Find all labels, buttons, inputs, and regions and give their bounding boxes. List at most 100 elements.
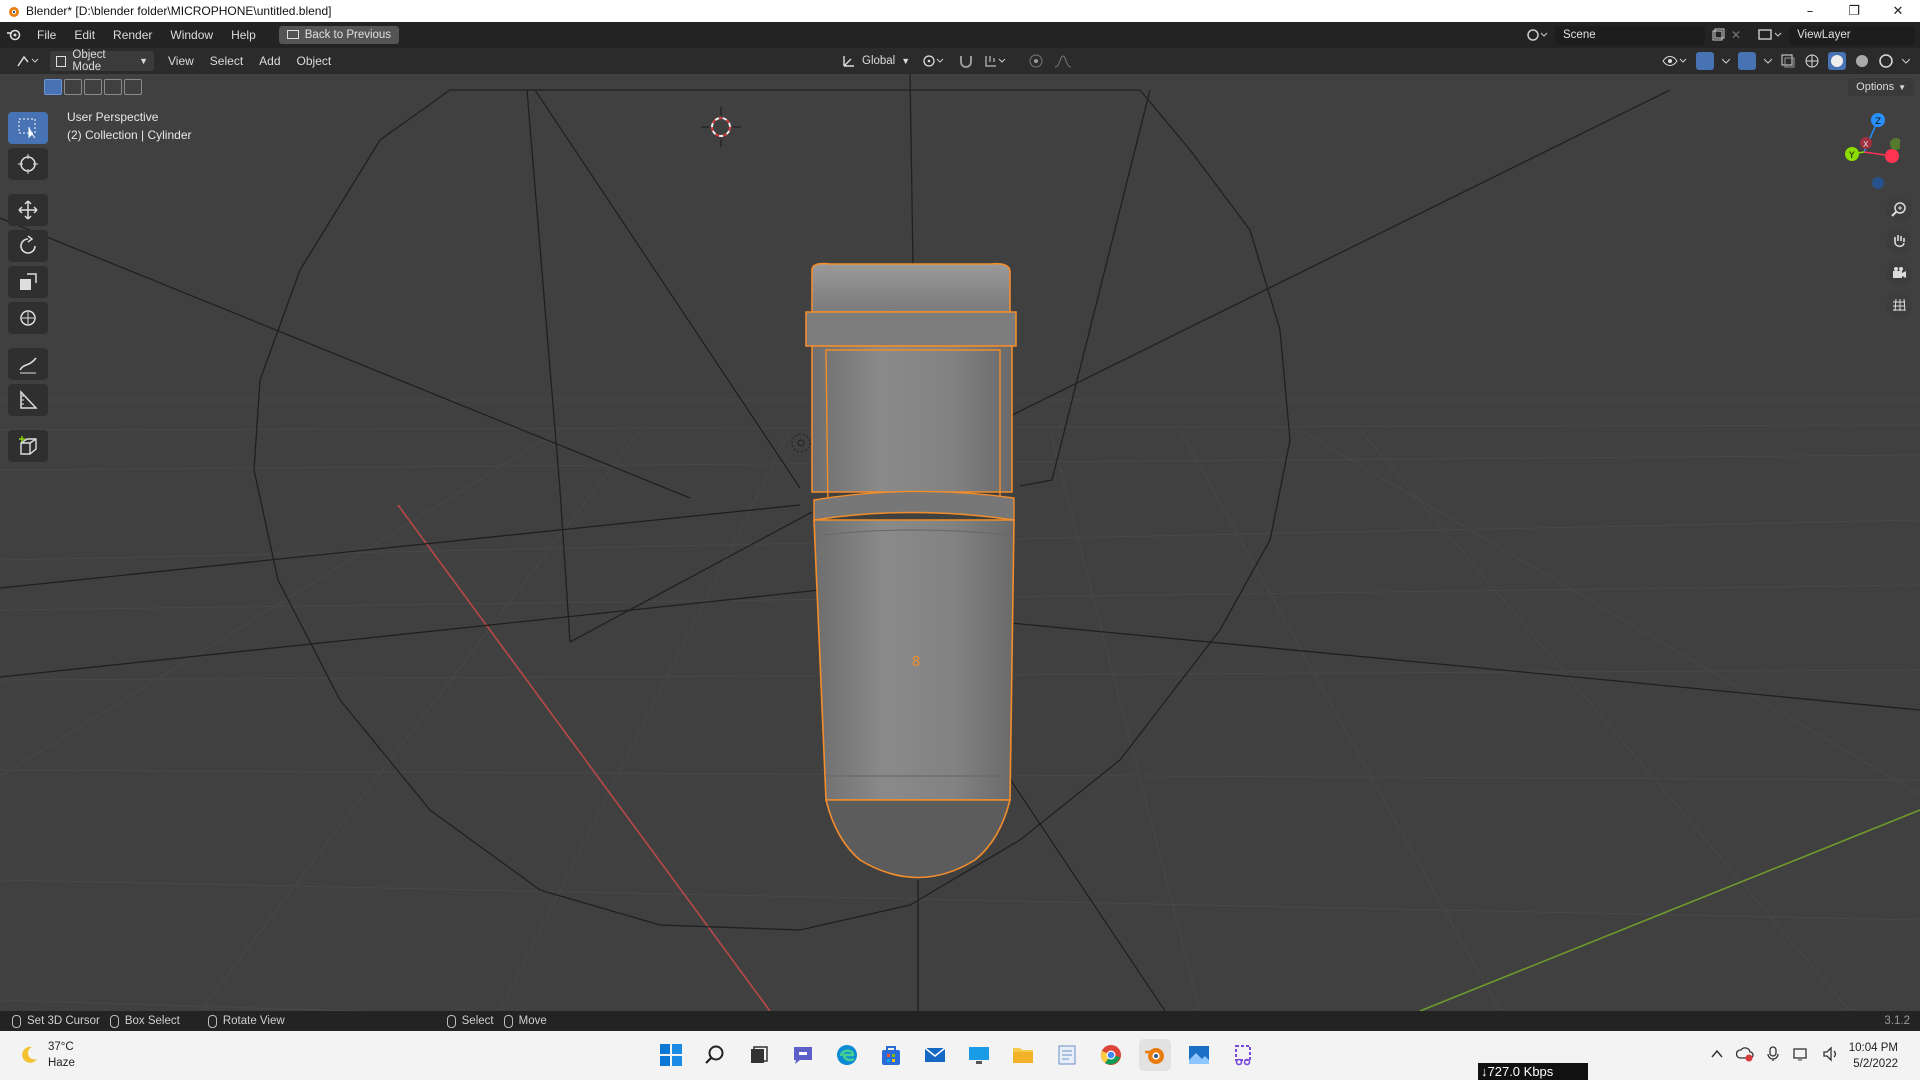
- menu-window[interactable]: Window: [161, 28, 222, 42]
- material-shading-icon[interactable]: [1854, 53, 1870, 69]
- status-move: Move: [503, 1014, 547, 1028]
- scene-icon[interactable]: [1525, 27, 1549, 43]
- moon-haze-icon: [22, 1046, 37, 1063]
- scale-tool[interactable]: [8, 266, 48, 298]
- close-icon[interactable]: ✕: [1876, 0, 1920, 22]
- chrome-button[interactable]: [1095, 1039, 1127, 1071]
- window-controls: – ❐ ✕: [1788, 0, 1920, 22]
- select-new-icon[interactable]: [44, 79, 62, 95]
- overlays-dropdown-icon[interactable]: [1764, 57, 1772, 65]
- snap-magnet-icon[interactable]: [958, 53, 974, 69]
- editor-type-button[interactable]: [10, 51, 46, 71]
- network-icon[interactable]: [1792, 1046, 1810, 1062]
- mouse-drag-right-icon: [503, 1014, 513, 1028]
- select-extend-icon[interactable]: [64, 79, 82, 95]
- menu-object[interactable]: Object: [289, 54, 340, 68]
- back-to-previous-button[interactable]: Back to Previous: [278, 26, 400, 44]
- task-view-button[interactable]: [743, 1039, 775, 1071]
- microphone-mesh[interactable]: [805, 262, 1017, 879]
- store-button[interactable]: [875, 1039, 907, 1071]
- shading-dropdown-icon[interactable]: [1902, 57, 1910, 65]
- minimize-icon[interactable]: –: [1788, 0, 1832, 22]
- light-object-icon[interactable]: [791, 433, 811, 453]
- object-mode-dropdown[interactable]: Object Mode ▼: [50, 49, 154, 73]
- xray-toggle-icon[interactable]: [1780, 53, 1796, 69]
- weather-widget[interactable]: 37°C Haze: [18, 1039, 75, 1071]
- status-set-cursor: Set 3D Cursor: [12, 1014, 100, 1028]
- select-box-tool[interactable]: [8, 112, 48, 144]
- snipping-tool-button[interactable]: [1227, 1039, 1259, 1071]
- taskbar-clock[interactable]: 10:04 PM 5/2/2022: [1849, 1040, 1898, 1072]
- navigation-gizmo[interactable]: Z X Y: [1830, 110, 1900, 190]
- measure-ruler-icon: [20, 390, 38, 409]
- viewport-scene[interactable]: 8: [0, 74, 1920, 1011]
- options-dropdown[interactable]: Options ▼: [1848, 78, 1914, 96]
- select-invert-icon[interactable]: [104, 79, 122, 95]
- back-to-previous-label: Back to Previous: [304, 29, 392, 41]
- volume-icon[interactable]: [1822, 1046, 1840, 1062]
- 3d-viewport[interactable]: 8 Options ▼: [0, 74, 1920, 1011]
- teams-chat-button[interactable]: [787, 1039, 819, 1071]
- restore-icon[interactable]: ❐: [1832, 0, 1876, 22]
- start-button[interactable]: [655, 1039, 687, 1071]
- cloud-sync-icon[interactable]: [1736, 1046, 1754, 1062]
- menu-edit[interactable]: Edit: [65, 28, 104, 42]
- search-button[interactable]: [699, 1039, 731, 1071]
- cursor-tool[interactable]: [8, 148, 48, 180]
- photos-icon: [1189, 1046, 1209, 1064]
- wireframe-shading-icon[interactable]: [1804, 53, 1820, 69]
- ortho-toggle-button[interactable]: [1886, 292, 1912, 318]
- gizmo-neg-y-axis[interactable]: [1890, 138, 1900, 150]
- solid-shading-icon[interactable]: [1828, 52, 1846, 70]
- menu-help[interactable]: Help: [222, 28, 265, 42]
- menu-render[interactable]: Render: [104, 28, 161, 42]
- move-tool[interactable]: [8, 194, 48, 226]
- menu-select[interactable]: Select: [202, 54, 251, 68]
- delete-scene-icon[interactable]: ✕: [1731, 28, 1741, 42]
- photos-button[interactable]: [1183, 1039, 1215, 1071]
- menu-add[interactable]: Add: [251, 54, 288, 68]
- viewlayer-icon[interactable]: [1757, 27, 1783, 43]
- visibility-eye-icon[interactable]: [1662, 54, 1688, 68]
- gizmo-neg-z-axis[interactable]: [1872, 177, 1884, 189]
- select-intersect-icon[interactable]: [124, 79, 142, 95]
- copy-scene-icon[interactable]: [1711, 28, 1725, 42]
- falloff-icon[interactable]: [1054, 54, 1072, 68]
- gizmo-dropdown-icon[interactable]: [1722, 57, 1730, 65]
- pan-button[interactable]: [1886, 228, 1912, 254]
- notepad-button[interactable]: [1051, 1039, 1083, 1071]
- viewlayer-name-field[interactable]: ViewLayer: [1789, 25, 1916, 45]
- microphone-icon[interactable]: [1766, 1046, 1780, 1062]
- measure-tool[interactable]: [8, 384, 48, 416]
- scene-name-field[interactable]: Scene: [1555, 25, 1705, 45]
- menu-file[interactable]: File: [28, 28, 65, 42]
- 3d-cursor-icon[interactable]: [701, 107, 741, 147]
- annotate-tool[interactable]: [8, 348, 48, 380]
- proportional-editing-icon[interactable]: [1028, 53, 1044, 69]
- transform-orientation-dropdown[interactable]: Global ▼: [836, 51, 916, 71]
- snap-increment-icon[interactable]: [984, 54, 1010, 68]
- edge-button[interactable]: [831, 1039, 863, 1071]
- gizmo-toggle-icon[interactable]: [1696, 52, 1714, 70]
- status-move-label: Move: [518, 1015, 547, 1027]
- store-bag-icon: [882, 1046, 900, 1065]
- blender-taskbar-button[interactable]: [1139, 1039, 1171, 1071]
- file-explorer-button[interactable]: [1007, 1039, 1039, 1071]
- mail-button[interactable]: [919, 1039, 951, 1071]
- window-title: Blender* [D:\blender folder\MICROPHONE\u…: [26, 4, 332, 18]
- pivot-point-icon[interactable]: [922, 54, 948, 68]
- desktop-button[interactable]: [963, 1039, 995, 1071]
- zoom-button[interactable]: [1886, 196, 1912, 222]
- add-cube-tool[interactable]: [8, 430, 48, 462]
- select-subtract-icon[interactable]: [84, 79, 102, 95]
- blender-menu-icon[interactable]: [0, 25, 28, 45]
- overlays-toggle-icon[interactable]: [1738, 52, 1756, 70]
- camera-view-button[interactable]: [1886, 260, 1912, 286]
- gizmo-x-axis[interactable]: [1885, 149, 1899, 163]
- grid-ortho-icon: [1893, 298, 1906, 312]
- transform-tool[interactable]: [8, 302, 48, 334]
- rendered-shading-icon[interactable]: [1878, 53, 1894, 69]
- chevron-up-icon[interactable]: [1710, 1047, 1724, 1061]
- rotate-tool[interactable]: [8, 230, 48, 262]
- menu-view[interactable]: View: [160, 54, 202, 68]
